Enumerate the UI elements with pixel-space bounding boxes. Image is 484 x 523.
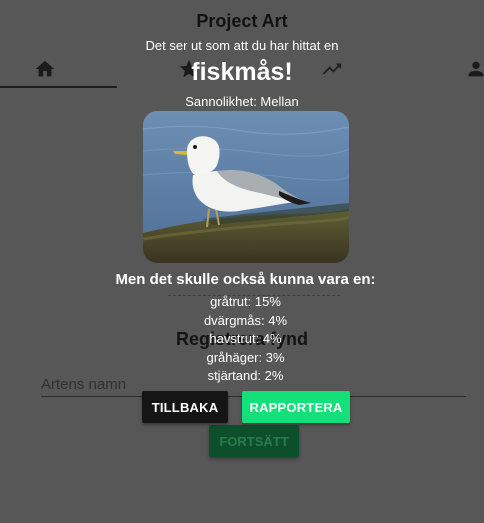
alternative-item: havstrut: 4%: [209, 331, 282, 346]
alternative-item: stjärtand: 2%: [207, 368, 284, 383]
probability-text: Sannolikhet: Mellan: [185, 94, 299, 109]
alternative-item: gråhäger: 3%: [206, 349, 285, 365]
alternative-item: dvärgmås: 4%: [203, 312, 288, 328]
report-button[interactable]: RAPPORTERA: [242, 391, 350, 423]
back-button[interactable]: TILLBAKA: [142, 391, 228, 423]
result-modal: Det ser ut som att du har hittat en fisk…: [0, 0, 484, 523]
identified-species: fiskmås!: [191, 58, 293, 86]
alternative-item: gråtrut: 15%: [210, 294, 281, 309]
alternatives-list: gråtrut: 15% dvärgmås: 4% havstrut: 4% g…: [0, 293, 484, 386]
bird-photo: [143, 111, 349, 263]
alternatives-heading: Men det skulle också kunna vara en:: [115, 271, 376, 288]
result-intro-text: Det ser ut som att du har hittat en: [145, 38, 339, 53]
